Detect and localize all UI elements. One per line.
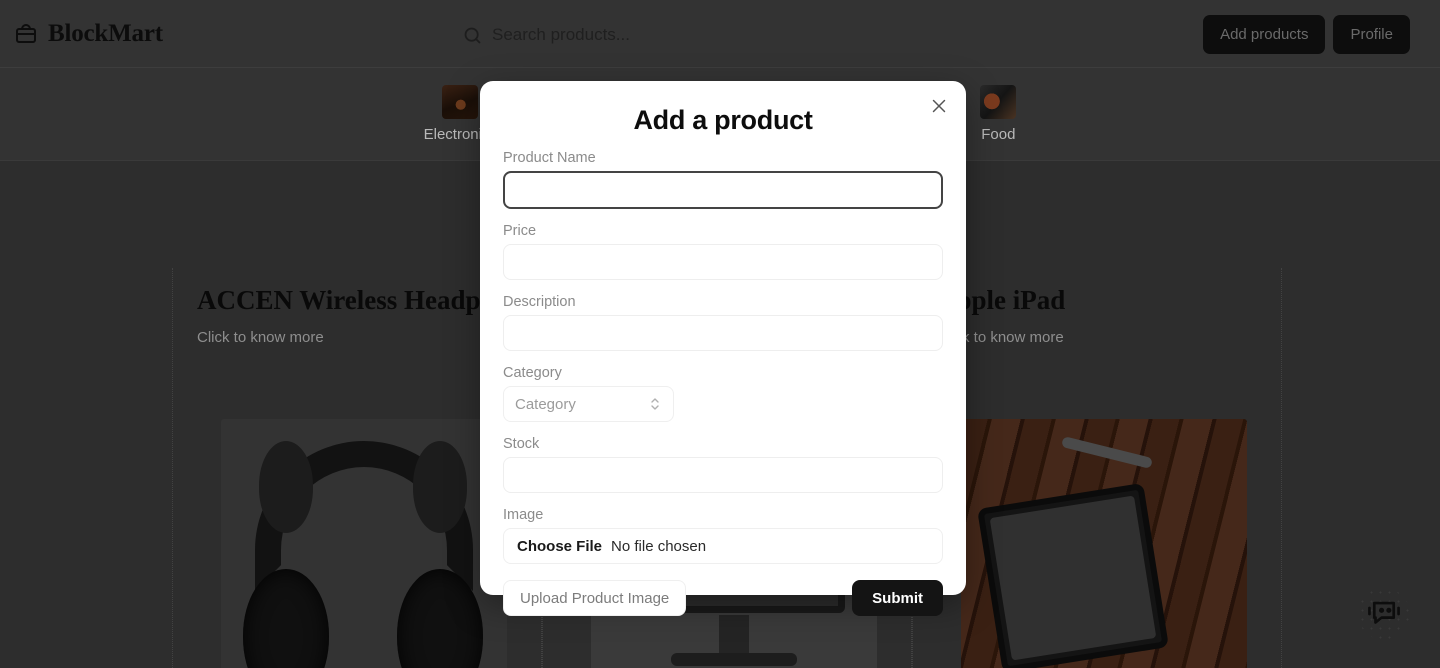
- header-actions: Add products Profile: [1203, 15, 1410, 54]
- profile-button[interactable]: Profile: [1333, 15, 1410, 54]
- product-card[interactable]: Apple iPad Click to know more: [912, 268, 1282, 668]
- product-title: Apple iPad: [937, 285, 1066, 315]
- search-input[interactable]: [492, 22, 822, 48]
- chatbot-button[interactable]: [1358, 588, 1410, 640]
- field-price: Price: [503, 223, 943, 280]
- description-label: Description: [503, 294, 576, 310]
- app-root: BlockMart Add products Profile Electroni…: [0, 0, 1440, 668]
- choose-file-button[interactable]: Choose File: [517, 538, 602, 555]
- field-description: Description: [503, 294, 943, 351]
- modal-footer: Upload Product Image Submit: [503, 580, 943, 616]
- product-name-input[interactable]: [503, 171, 943, 209]
- electronics-thumbnail: [442, 85, 479, 119]
- upload-product-image-button[interactable]: Upload Product Image: [503, 580, 687, 616]
- brand-logo[interactable]: BlockMart: [14, 21, 163, 46]
- product-subtitle: Click to know more: [937, 329, 1064, 347]
- ipad-image: [961, 419, 1247, 668]
- app-header: BlockMart Add products Profile: [0, 0, 1440, 68]
- product-name-label: Product Name: [503, 150, 596, 166]
- category-select[interactable]: Category: [503, 386, 674, 422]
- price-input[interactable]: [503, 244, 943, 280]
- add-products-button[interactable]: Add products: [1203, 15, 1326, 54]
- search-container[interactable]: [462, 20, 822, 50]
- description-input[interactable]: [503, 315, 943, 351]
- stock-label: Stock: [503, 436, 540, 452]
- price-label: Price: [503, 223, 537, 239]
- field-image: Image Choose File No file chosen: [503, 507, 943, 564]
- file-status-text: No file chosen: [611, 537, 707, 555]
- shopping-bag-icon: [14, 22, 38, 46]
- field-product-name: Product Name: [503, 150, 943, 209]
- carousel-prev-button[interactable]: [118, 661, 152, 668]
- product-subtitle: Click to know more: [197, 329, 324, 347]
- add-product-modal: Add a product Product Name Price Descrip…: [480, 81, 966, 616]
- field-stock: Stock: [503, 436, 943, 493]
- submit-button[interactable]: Submit: [852, 580, 943, 616]
- food-thumbnail: [980, 85, 1017, 119]
- headphones-image: [221, 419, 507, 668]
- category-item-food[interactable]: Food: [980, 85, 1017, 143]
- brand-name: BlockMart: [48, 20, 163, 47]
- category-label: Food: [981, 126, 1016, 143]
- search-icon: [462, 25, 483, 46]
- image-label: Image: [503, 507, 544, 523]
- close-icon[interactable]: [928, 95, 950, 117]
- chatbot-icon: [1367, 599, 1401, 629]
- product-title: ACCEN Wireless Headphones: [197, 285, 547, 315]
- modal-title: Add a product: [633, 105, 813, 135]
- image-file-input[interactable]: Choose File No file chosen: [503, 528, 943, 564]
- stock-input[interactable]: [503, 457, 943, 493]
- category-label: Category: [503, 365, 562, 381]
- field-category: Category Category: [503, 365, 943, 422]
